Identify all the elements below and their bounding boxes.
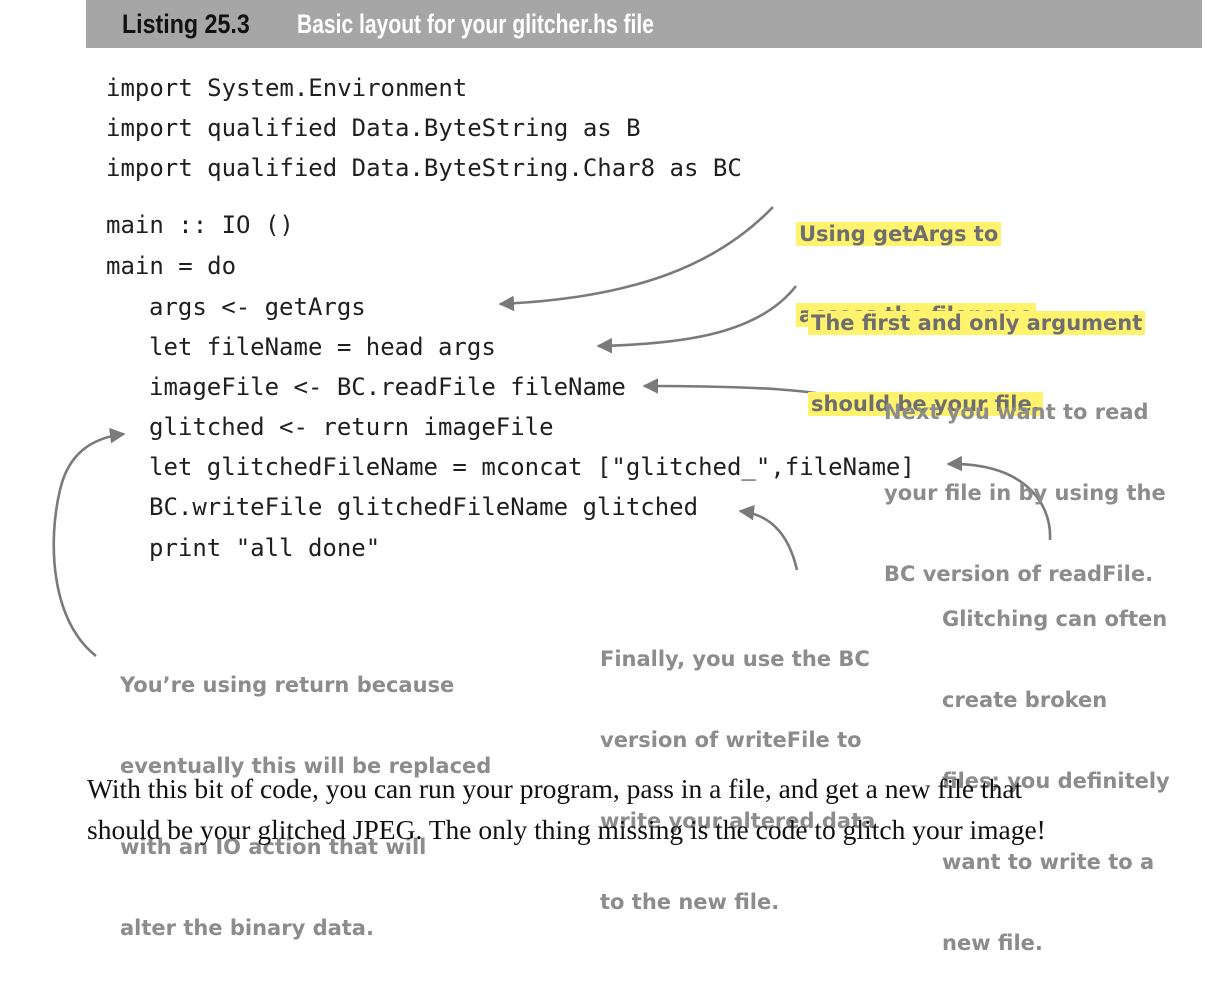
paragraph-line: With this bit of code, you can run your …	[87, 773, 1023, 804]
paragraph-line: should be your glitched JPEG. The only t…	[87, 814, 1046, 845]
arrow-return	[52, 427, 126, 658]
arrow-first-arg	[596, 285, 798, 354]
body-paragraph: With this bit of code, you can run your …	[87, 768, 1207, 850]
arrow-getargs	[498, 206, 774, 312]
arrow-writefile	[738, 504, 799, 571]
